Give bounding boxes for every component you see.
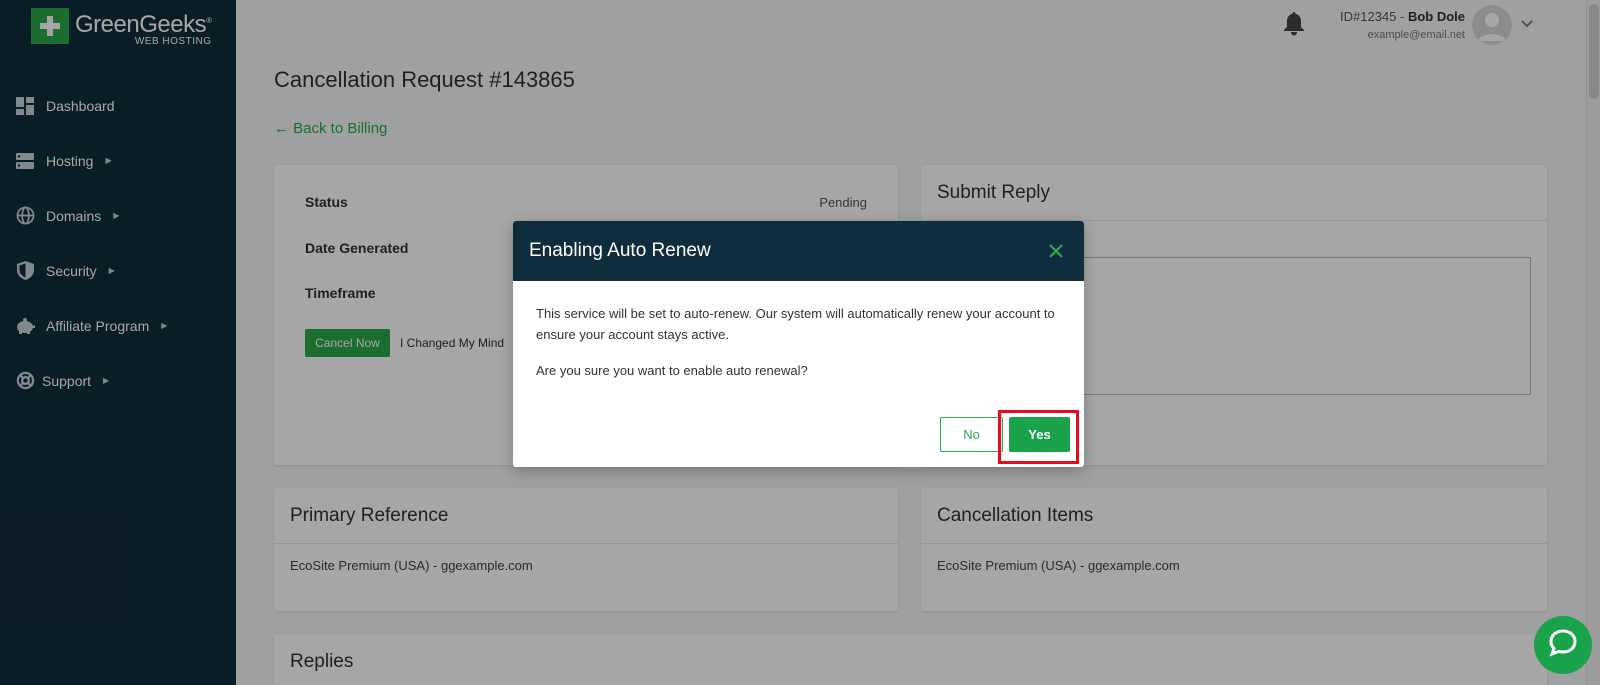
modal-title: Enabling Auto Renew [529, 240, 711, 261]
chat-widget-button[interactable] [1534, 616, 1592, 674]
modal-message: This service will be set to auto-renew. … [536, 306, 1055, 342]
modal-question: Are you sure you want to enable auto ren… [536, 363, 808, 378]
no-button[interactable]: No [940, 417, 1003, 452]
close-icon[interactable] [1046, 241, 1066, 261]
yes-button-highlight [998, 410, 1079, 464]
modal-header: Enabling Auto Renew [513, 221, 1084, 281]
chat-bubble-icon [1547, 627, 1579, 664]
modal-body: This service will be set to auto-renew. … [513, 281, 1084, 381]
